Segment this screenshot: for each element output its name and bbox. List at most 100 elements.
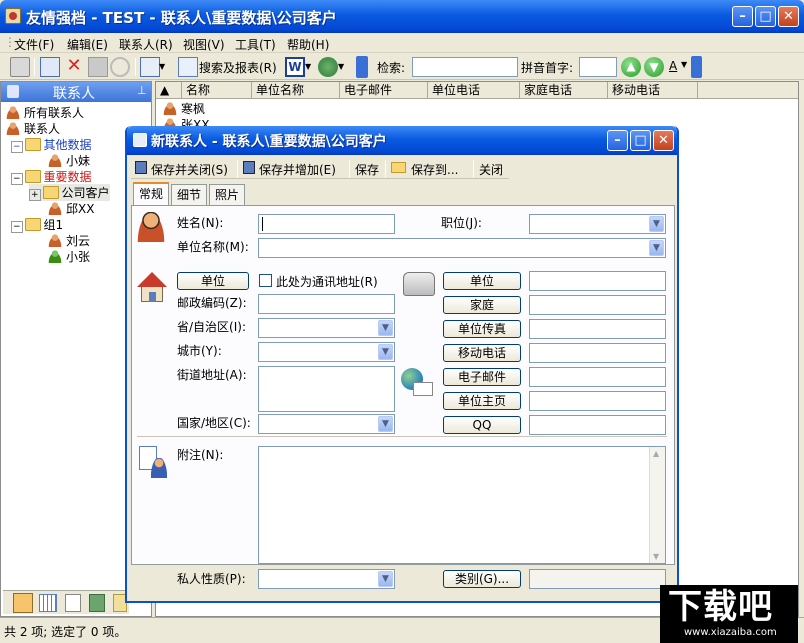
close-button[interactable]: ✕ bbox=[778, 6, 799, 27]
tab-photo[interactable]: 照片 bbox=[209, 184, 245, 205]
fax-work-button[interactable]: 单位传真 bbox=[443, 320, 521, 338]
report-icon[interactable] bbox=[178, 57, 198, 77]
dialog-minimize-button[interactable]: – bbox=[607, 130, 628, 151]
phone-work-button[interactable]: 单位 bbox=[443, 272, 521, 290]
save-close-button[interactable]: 保存并关闭(S) bbox=[151, 161, 228, 178]
tree-item-xiaomei[interactable]: 小妹 bbox=[47, 152, 90, 169]
tree-item-group1[interactable]: − 组1 bbox=[11, 216, 63, 233]
homepage-button[interactable]: 单位主页 bbox=[443, 392, 521, 410]
web-icon[interactable] bbox=[318, 57, 338, 77]
qq-input[interactable] bbox=[529, 415, 666, 435]
phone-home-button[interactable]: 家庭 bbox=[443, 296, 521, 314]
column-header-work-phone[interactable]: 单位电话 bbox=[428, 82, 520, 99]
save-icon[interactable] bbox=[88, 57, 108, 77]
email-input[interactable] bbox=[529, 367, 666, 387]
column-header-name[interactable]: 名称 bbox=[182, 82, 252, 99]
cancel-icon[interactable] bbox=[110, 57, 130, 77]
tree-item-contacts[interactable]: 联系人 bbox=[5, 120, 60, 137]
tree-item-all-contacts[interactable]: 所有联系人 bbox=[5, 104, 84, 121]
email-button[interactable]: 电子邮件 bbox=[443, 368, 521, 386]
menu-view[interactable]: 视图(V) bbox=[183, 36, 225, 53]
contacts-nav-icon[interactable] bbox=[13, 593, 33, 613]
calendar-nav-icon[interactable] bbox=[39, 594, 57, 612]
minimize-button[interactable]: – bbox=[732, 6, 753, 27]
tree-item-other-data[interactable]: − 其他数据 bbox=[11, 136, 92, 153]
tab-details[interactable]: 细节 bbox=[171, 184, 207, 205]
chevron-down-icon: ▼ bbox=[378, 320, 393, 336]
save-add-button[interactable]: 保存并增加(E) bbox=[259, 161, 336, 178]
table-row[interactable]: 寒枫 bbox=[162, 100, 205, 117]
qq-button[interactable]: QQ bbox=[443, 416, 521, 434]
menu-edit[interactable]: 编辑(E) bbox=[67, 36, 108, 53]
dialog-icon bbox=[133, 133, 147, 147]
new-contact-icon[interactable] bbox=[40, 57, 60, 77]
dialog-close-button[interactable]: ✕ bbox=[653, 130, 674, 151]
column-header-home-phone[interactable]: 家庭电话 bbox=[520, 82, 608, 99]
dialog-maximize-button[interactable]: □ bbox=[630, 130, 651, 151]
toolbar-chevron-icon[interactable] bbox=[691, 56, 702, 78]
menu-file[interactable]: 文件(F) bbox=[14, 36, 54, 53]
province-select[interactable]: ▼ bbox=[258, 318, 395, 338]
phone-work-input[interactable] bbox=[529, 271, 666, 291]
chevron-down-icon: ▼ bbox=[378, 416, 393, 432]
tab-general[interactable]: 常规 bbox=[133, 182, 169, 206]
name-input[interactable] bbox=[258, 214, 395, 234]
tree-item-important-data[interactable]: − 重要数据 bbox=[11, 168, 92, 185]
homepage-input[interactable] bbox=[529, 391, 666, 411]
notes-nav-icon[interactable] bbox=[65, 594, 81, 612]
delete-icon[interactable]: ✕ bbox=[64, 57, 84, 77]
notes-scrollbar[interactable]: ▲ ▼ bbox=[649, 447, 665, 563]
category-input[interactable] bbox=[529, 569, 666, 589]
dialog-toolbar: 保存并关闭(S) 保存并增加(E) 保存 保存到... 关闭 bbox=[131, 157, 509, 179]
pinyin-label: 拼音首字: bbox=[521, 61, 574, 75]
city-select[interactable]: ▼ bbox=[258, 342, 395, 362]
toolbar-chevron-icon[interactable] bbox=[356, 56, 368, 78]
mobile-phone-input[interactable] bbox=[529, 343, 666, 363]
fax-work-input[interactable] bbox=[529, 319, 666, 339]
pin-icon[interactable]: ⊥ bbox=[137, 84, 147, 97]
search-input[interactable] bbox=[412, 57, 518, 77]
search-report-label[interactable]: 搜索及报表(R) bbox=[199, 59, 277, 76]
tree-item-xiaozhang[interactable]: 小张 bbox=[47, 248, 90, 265]
menu-contacts[interactable]: 联系人(R) bbox=[119, 36, 173, 53]
column-header-email[interactable]: 电子邮件 bbox=[340, 82, 428, 99]
position-select[interactable]: ▼ bbox=[529, 214, 666, 234]
menu-help[interactable]: 帮助(H) bbox=[287, 36, 329, 53]
privacy-select[interactable]: ▼ bbox=[258, 569, 395, 589]
phone-home-input[interactable] bbox=[529, 295, 666, 315]
column-header-sort[interactable]: ▲ bbox=[156, 82, 182, 99]
font-dropdown-icon[interactable]: ▼ bbox=[681, 60, 687, 69]
close-dialog-button[interactable]: 关闭 bbox=[479, 161, 503, 178]
reminder-nav-icon[interactable] bbox=[89, 594, 105, 612]
person-icon bbox=[47, 234, 63, 247]
country-select[interactable]: ▼ bbox=[258, 414, 395, 434]
down-arrow-icon[interactable]: ▼ bbox=[644, 57, 664, 77]
save-button[interactable]: 保存 bbox=[355, 161, 379, 178]
notes-textarea[interactable]: ▲ ▼ bbox=[258, 446, 666, 564]
folder-open-icon bbox=[42, 186, 59, 199]
save-to-button[interactable]: 保存到... bbox=[411, 161, 458, 178]
column-header-company[interactable]: 单位名称 bbox=[252, 82, 340, 99]
menu-tools[interactable]: 工具(T) bbox=[235, 36, 276, 53]
mailing-address-checkbox[interactable] bbox=[259, 274, 272, 287]
mobile-phone-button[interactable]: 移动电话 bbox=[443, 344, 521, 362]
font-icon[interactable]: A bbox=[669, 59, 677, 73]
tree-item-company-clients[interactable]: + 公司客户 bbox=[29, 184, 110, 201]
address-type-button[interactable]: 单位 bbox=[177, 272, 249, 290]
print-icon[interactable] bbox=[10, 57, 30, 77]
maximize-button[interactable]: □ bbox=[755, 6, 776, 27]
word-export-icon[interactable]: W bbox=[285, 57, 305, 77]
tree-item-liuyun[interactable]: 刘云 bbox=[47, 232, 90, 249]
up-arrow-icon[interactable]: ▲ bbox=[621, 57, 641, 77]
contact-person-icon bbox=[137, 212, 165, 242]
tree-item-qiuxx[interactable]: 邱XX bbox=[47, 200, 94, 217]
company-select[interactable]: ▼ bbox=[258, 238, 666, 258]
column-header-mobile-phone[interactable]: 移动电话 bbox=[608, 82, 698, 99]
pinyin-input[interactable] bbox=[579, 57, 617, 77]
street-textarea[interactable] bbox=[258, 366, 395, 412]
view-icon[interactable] bbox=[140, 57, 160, 77]
category-button[interactable]: 类别(G)... bbox=[443, 570, 521, 588]
zip-input[interactable] bbox=[258, 294, 395, 314]
web-dropdown-icon[interactable]: ▼ bbox=[338, 57, 358, 77]
view-dropdown-icon[interactable]: ▼ bbox=[159, 57, 179, 77]
